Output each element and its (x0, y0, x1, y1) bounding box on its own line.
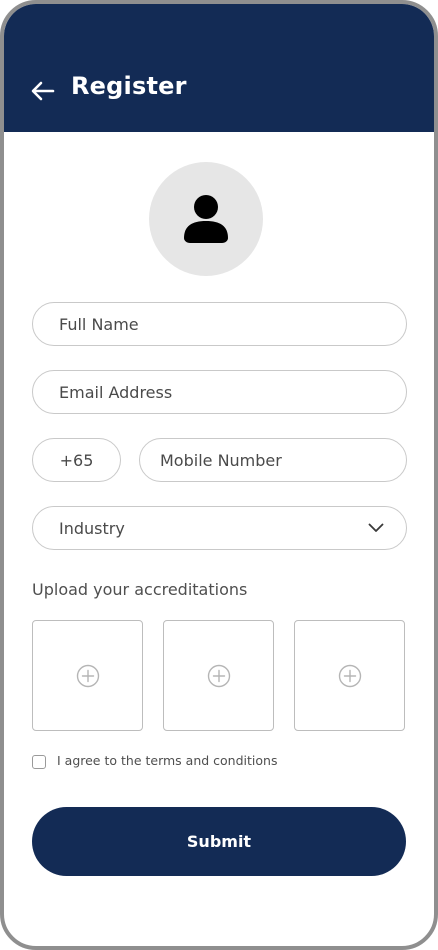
submit-label: Submit (186, 832, 252, 851)
country-code-field[interactable]: +65 (32, 438, 121, 482)
upload-label: Upload your accreditations (32, 580, 248, 599)
arrow-left-icon (31, 81, 55, 101)
industry-value: Industry (59, 518, 125, 538)
plus-circle-icon (76, 664, 99, 687)
back-button[interactable] (30, 78, 56, 104)
upload-slot-2[interactable] (163, 620, 274, 731)
chevron-down-icon (342, 523, 384, 533)
mobile-placeholder: Mobile Number (160, 450, 282, 470)
terms-checkbox[interactable] (32, 755, 46, 769)
submit-button[interactable]: Submit (32, 807, 406, 876)
avatar-upload[interactable] (149, 162, 263, 276)
upload-slot-1[interactable] (32, 620, 143, 731)
email-placeholder: Email Address (59, 382, 173, 402)
plus-circle-icon (207, 664, 230, 687)
mobile-number-field[interactable]: Mobile Number (139, 438, 407, 482)
phone-frame: Register Full Name Email Address +65 Mob… (0, 0, 438, 950)
terms-label[interactable]: I agree to the terms and conditions (57, 753, 277, 768)
full-name-placeholder: Full Name (59, 314, 139, 334)
industry-select[interactable]: Industry (32, 506, 407, 550)
user-icon (184, 195, 228, 243)
country-code-value: +65 (59, 450, 94, 470)
page-title: Register (71, 72, 187, 100)
upload-slot-3[interactable] (294, 620, 405, 731)
email-field[interactable]: Email Address (32, 370, 407, 414)
app-header: Register (4, 4, 434, 132)
plus-circle-icon (338, 664, 361, 687)
full-name-field[interactable]: Full Name (32, 302, 407, 346)
